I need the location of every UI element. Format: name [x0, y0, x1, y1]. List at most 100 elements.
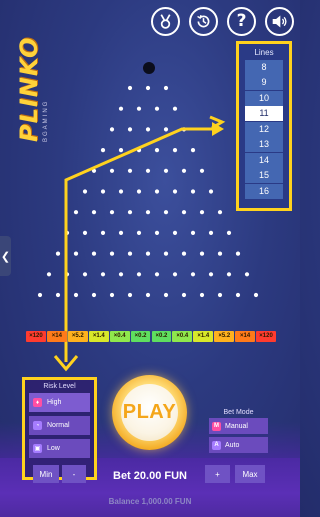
peg	[163, 168, 169, 173]
peg	[163, 251, 169, 256]
peg	[82, 272, 88, 277]
play-button-face[interactable]: PLAY	[121, 384, 178, 441]
peg	[145, 127, 151, 132]
multiplier-slot: ×0.2	[151, 331, 172, 342]
multiplier-slot: ×5.2	[214, 331, 235, 342]
play-button[interactable]: PLAY	[112, 375, 187, 450]
lines-option-12[interactable]: 12	[245, 121, 283, 137]
peg	[37, 292, 43, 298]
lines-option-10[interactable]: 10	[245, 90, 283, 106]
multiplier-slot: ×5.2	[67, 331, 88, 342]
balance-display: Balance 1,000.00 FUN	[108, 497, 192, 506]
peg	[127, 292, 133, 298]
risk-level-title: Risk Level	[43, 383, 76, 390]
peg	[172, 272, 178, 277]
risk-option-low[interactable]: ▣ Low	[29, 439, 90, 458]
lines-list: 8 9 10 11 12 13 14 15 16	[245, 59, 283, 199]
peg	[82, 230, 88, 235]
multiplier-slot: ×0.4	[109, 331, 130, 342]
lines-option-14[interactable]: 14	[245, 152, 283, 168]
lock-icon: ▣	[33, 444, 42, 453]
peg	[136, 272, 142, 277]
peg	[163, 210, 169, 215]
peg	[73, 251, 79, 256]
peg	[145, 292, 151, 298]
peg	[109, 127, 115, 132]
peg	[172, 230, 178, 235]
peg	[100, 148, 106, 153]
lines-option-8[interactable]: 8	[245, 59, 283, 75]
peg	[127, 168, 133, 173]
peg	[127, 210, 133, 215]
peg	[253, 292, 259, 298]
bet-mode-options: M Manual A Auto	[209, 418, 268, 453]
peg	[118, 230, 124, 235]
peg	[208, 272, 214, 277]
peg	[154, 106, 160, 111]
bet-mode-badge-icon: M	[212, 421, 221, 431]
play-label: PLAY	[122, 401, 177, 423]
lines-title: Lines	[254, 48, 274, 57]
lines-option-16[interactable]: 16	[245, 183, 283, 199]
peg	[172, 189, 178, 194]
peg	[190, 148, 196, 153]
peg	[226, 230, 232, 235]
peg	[100, 230, 106, 235]
side-menu-tab[interactable]: ❮	[0, 236, 11, 276]
peg	[136, 230, 142, 235]
peg	[91, 251, 97, 256]
peg	[199, 292, 205, 298]
multiplier-slot: ×120	[26, 331, 46, 342]
risk-option-label: Normal	[47, 422, 70, 429]
risk-option-high[interactable]: ♦ High	[29, 393, 90, 412]
peg	[199, 251, 205, 256]
multiplier-slot: ×1.4	[88, 331, 109, 342]
multiplier-slot: ×0.2	[130, 331, 151, 342]
peg	[208, 189, 214, 194]
bet-mode-auto[interactable]: A Auto	[209, 437, 268, 453]
annotation-arrow-lines	[64, 127, 214, 342]
bet-mode-label: Auto	[225, 441, 240, 449]
peg	[100, 189, 106, 194]
peg	[109, 210, 115, 215]
risk-option-normal[interactable]: ◔ Normal	[29, 416, 90, 435]
chevron-left-icon: ❮	[0, 250, 11, 263]
lines-option-13[interactable]: 13	[245, 137, 283, 152]
peg	[217, 210, 223, 215]
peg	[154, 272, 160, 277]
multiplier-slot: ×14	[46, 331, 67, 342]
peg	[145, 85, 151, 91]
peg	[91, 210, 97, 215]
lines-option-11[interactable]: 11	[245, 106, 283, 121]
multiplier-slot: ×1.4	[193, 331, 214, 342]
peg	[163, 127, 169, 132]
peg	[46, 272, 52, 277]
peg	[118, 148, 124, 153]
peg	[181, 251, 187, 256]
peg	[154, 230, 160, 235]
lines-option-15[interactable]: 15	[245, 168, 283, 183]
increase-bet-button[interactable]: +	[205, 465, 230, 483]
lines-option-9[interactable]: 9	[245, 75, 283, 90]
peg	[100, 272, 106, 277]
peg	[181, 168, 187, 173]
peg	[172, 148, 178, 153]
risk-options: ♦ High ◔ Normal ▣ Low	[29, 393, 90, 458]
bet-mode-title: Bet Mode	[223, 409, 254, 416]
max-bet-button[interactable]: Max	[235, 465, 265, 483]
peg	[235, 292, 241, 298]
peg	[91, 292, 97, 298]
peg	[145, 168, 151, 173]
peg	[145, 210, 151, 215]
peg	[226, 272, 232, 277]
peg	[109, 251, 115, 256]
multiplier-slot: ×0.4	[172, 331, 193, 342]
peg	[217, 251, 223, 256]
peg	[154, 148, 160, 153]
peg	[127, 85, 133, 91]
bet-mode-manual[interactable]: M Manual	[209, 418, 268, 434]
peg	[190, 272, 196, 277]
gauge-icon: ◔	[33, 421, 42, 430]
peg	[127, 127, 133, 132]
peg	[154, 189, 160, 194]
